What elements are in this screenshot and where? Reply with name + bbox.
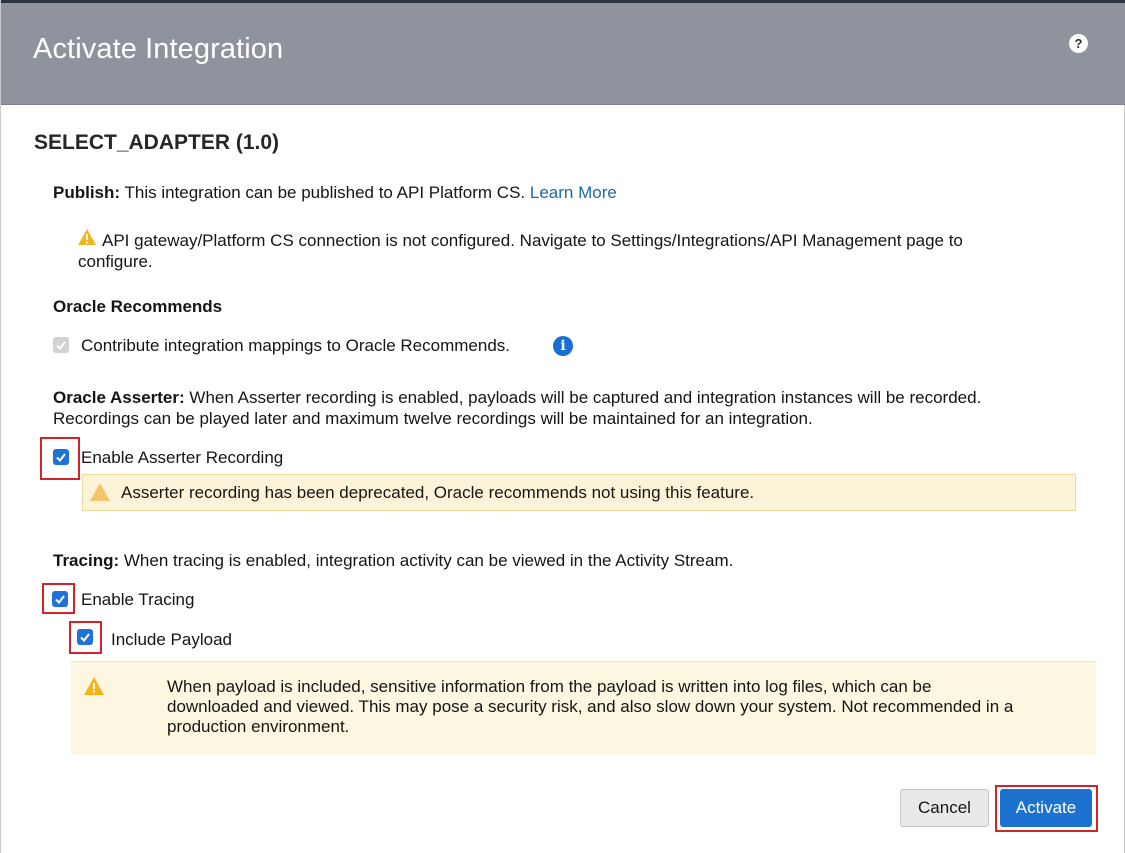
- asserter-checkbox-label: Enable Asserter Recording: [81, 448, 284, 467]
- enable-tracing-label: Enable Tracing: [81, 590, 195, 609]
- tracing-text: When tracing is enabled, integration act…: [123, 551, 734, 570]
- asserter-checkbox[interactable]: [53, 449, 69, 465]
- tracing-row: Tracing: When tracing is enabled, integr…: [53, 551, 733, 571]
- include-payload-checkbox[interactable]: [77, 629, 93, 645]
- cancel-button[interactable]: Cancel: [900, 789, 989, 827]
- dialog-header: Activate Integration ?: [1, 3, 1125, 105]
- payload-warning-banner: When payload is included, sensitive info…: [71, 661, 1096, 755]
- learn-more-link[interactable]: Learn More: [530, 183, 617, 202]
- payload-warning-line1: When payload is included, sensitive info…: [167, 677, 932, 696]
- checkmark-icon: [56, 453, 66, 463]
- recommends-checkbox[interactable]: [53, 337, 69, 353]
- checkmark-icon: [80, 633, 90, 643]
- asserter-label: Oracle Asserter:: [53, 388, 185, 407]
- publish-row: Publish: This integration can be publish…: [53, 183, 617, 203]
- help-icon[interactable]: ?: [1069, 34, 1088, 53]
- asserter-text-line1: When Asserter recording is enabled, payl…: [189, 388, 982, 407]
- checkmark-icon: [56, 341, 66, 351]
- payload-warning-line3: production environment.: [167, 717, 350, 736]
- asserter-deprecation-text: Asserter recording has been deprecated, …: [121, 483, 755, 502]
- warning-icon: [77, 228, 97, 251]
- publish-warning-line1: API gateway/Platform CS connection is no…: [102, 231, 963, 250]
- dialog-title: Activate Integration: [33, 33, 284, 65]
- activate-button[interactable]: Activate: [1000, 789, 1092, 827]
- recommends-heading: Oracle Recommends: [53, 297, 223, 316]
- asserter-deprecation-banner: Asserter recording has been deprecated, …: [82, 474, 1076, 511]
- publish-label: Publish:: [53, 183, 121, 202]
- tracing-label: Tracing:: [53, 551, 120, 570]
- integration-name: SELECT_ADAPTER (1.0): [34, 131, 280, 154]
- asserter-line1: Oracle Asserter: When Asserter recording…: [53, 388, 981, 408]
- checkmark-icon: [55, 595, 65, 605]
- payload-warning-line2: downloaded and viewed. This may pose a s…: [167, 697, 1014, 716]
- warning-icon: [83, 676, 105, 701]
- activate-integration-dialog: Activate Integration ? SELECT_ADAPTER (1…: [0, 0, 1125, 853]
- recommends-checkbox-label: Contribute integration mappings to Oracl…: [81, 336, 510, 355]
- enable-tracing-checkbox[interactable]: [52, 591, 68, 607]
- include-payload-label: Include Payload: [111, 630, 232, 649]
- asserter-text-line2: Recordings can be played later and maxim…: [53, 409, 813, 428]
- warning-icon: [89, 482, 111, 507]
- publish-warning-line2: configure.: [78, 252, 153, 271]
- publish-text: This integration can be published to API…: [124, 183, 526, 202]
- info-icon[interactable]: i: [553, 336, 573, 356]
